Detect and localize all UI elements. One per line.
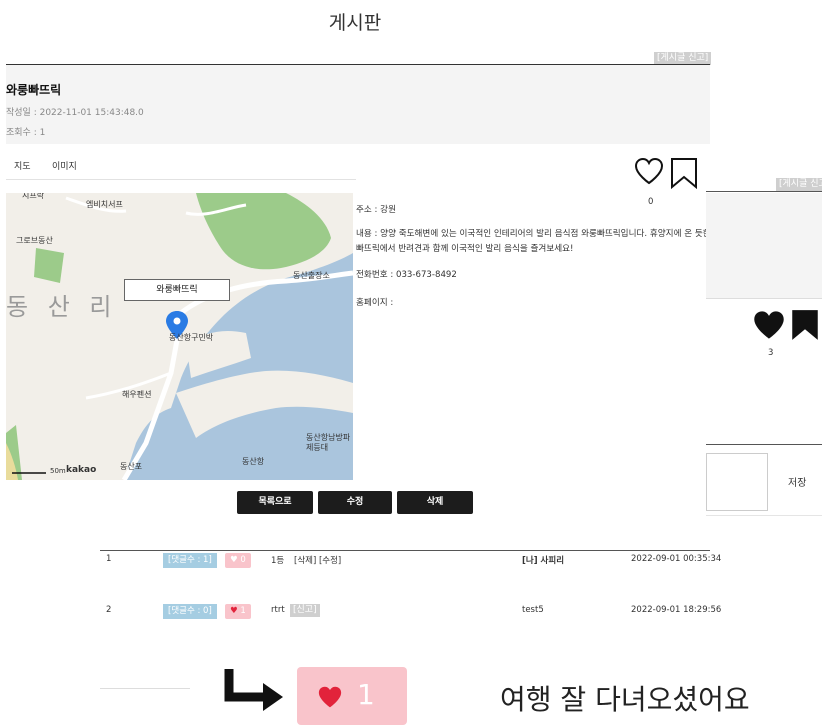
heart-icon: ♥ [230,555,238,565]
liked-heart-icon[interactable] [752,309,786,345]
zoom-reply-text: 여행 잘 다녀오셨어요 [500,683,750,716]
info-content-line1: 내용 : 양양 죽도해변에 있는 이국적인 인테리어의 발리 음식점 와룽빠뜨릭… [356,229,730,239]
map-label: 그로브동산 [16,236,53,245]
info-content-line2: 빠뜨릭에서 반려견과 함께 이국적인 발리 음식을 즐겨보세요! [356,244,574,254]
comment-row: 1 [댓글수 : 1] ♥ 0 1등 [삭제] [수정] [나] 사피리 202… [0,552,822,570]
like-count: 0 [648,197,654,207]
overlay-report-button[interactable]: [게시글 신고] [776,178,822,191]
zoom-like-count: 1 [357,678,375,711]
reply-count-badge[interactable]: [댓글수 : 1] [163,553,217,568]
comment-report-button[interactable]: [신고] [290,604,320,617]
bookmarked-icon[interactable] [790,308,820,346]
map-label: 동산항 [242,457,265,466]
info-address: 주소 : 강원 [356,205,396,215]
reply-count-badge[interactable]: [댓글수 : 0] [163,604,217,619]
map-label: 동산포 [120,462,143,471]
heart-icon: ♥ [230,606,238,616]
tab-image[interactable]: 이미지 [52,159,77,172]
comment-author: test5 [522,605,544,615]
comment-like-count: 0 [240,555,246,565]
overlay-like-count: 3 [768,348,774,358]
comment-number: 2 [106,605,112,615]
list-button[interactable]: 목록으로 [237,491,313,514]
map-view[interactable]: 동 산 리 와룽빠뜨릭 엠비치서프 그로브동산 동산출장소 동산항구민박 해우펜… [6,193,353,480]
page-title: 게시판 [328,12,382,34]
map-label: 동산출장소 [293,271,330,280]
tab-map[interactable]: 지도 [14,159,31,172]
info-homepage: 홈페이지 : [356,298,394,308]
kakao-logo: kakao [66,465,97,475]
post-date: 작성일 : 2022-11-01 15:43:48.0 [6,108,144,118]
zoom-like-badge[interactable]: 1 [297,667,407,725]
map-scale: 50m [50,467,66,475]
comment-save-button[interactable]: 저장 [788,474,806,489]
bookmark-icon[interactable] [670,157,698,193]
comment-date: 2022-09-01 00:35:34 [631,554,722,564]
map-label: 해우펜션 [122,390,152,399]
comment-author: [나] 사피리 [522,556,565,566]
map-label: 엠비치서프 [86,200,123,209]
comment-number: 1 [106,554,112,564]
comment-row: 2 [댓글수 : 0] ♥ 1 rtrt [신고] test5 2022-09-… [0,603,822,621]
reply-arrow-icon [221,667,287,725]
overlay-panel [706,193,822,298]
info-phone: 전화번호 : 033-673-8492 [356,270,457,280]
comment-textarea[interactable] [706,453,768,511]
comment-text: rtrt [271,605,285,615]
reply-divider [100,688,190,689]
heart-icon [318,686,342,708]
map-label: 동산항구민박 [169,333,214,342]
tab-bar: 지도 이미지 [6,150,356,180]
post-title: 와룽빠뜨릭 [6,83,62,97]
comment-text: 1등 [271,556,285,566]
comment-actions[interactable]: [삭제] [수정] [294,554,341,566]
comment-like-badge[interactable]: ♥ 1 [225,604,251,619]
overlay-divider [706,515,822,516]
edit-button[interactable]: 수정 [318,491,392,514]
map-label: 동산항남방파제등대 [306,433,351,452]
comment-like-badge[interactable]: ♥ 0 [225,553,251,568]
overlay-divider [706,444,822,445]
comments-top-line [100,550,710,551]
post-header: 와룽빠뜨릭 작성일 : 2022-11-01 15:43:48.0 조회수 : … [6,64,710,144]
delete-button[interactable]: 삭제 [397,491,473,514]
map-region-label: 동 산 리 [6,293,118,321]
comment-like-count: 1 [240,606,246,616]
comment-date: 2022-09-01 18:29:56 [631,605,722,615]
map-callout: 와룽빠뜨릭 [124,279,230,301]
overlay-divider [706,298,822,299]
like-heart-icon[interactable] [634,157,664,189]
map-label: 지프락 [22,193,45,200]
overlay-divider [706,191,822,192]
post-views: 조회수 : 1 [6,128,46,138]
